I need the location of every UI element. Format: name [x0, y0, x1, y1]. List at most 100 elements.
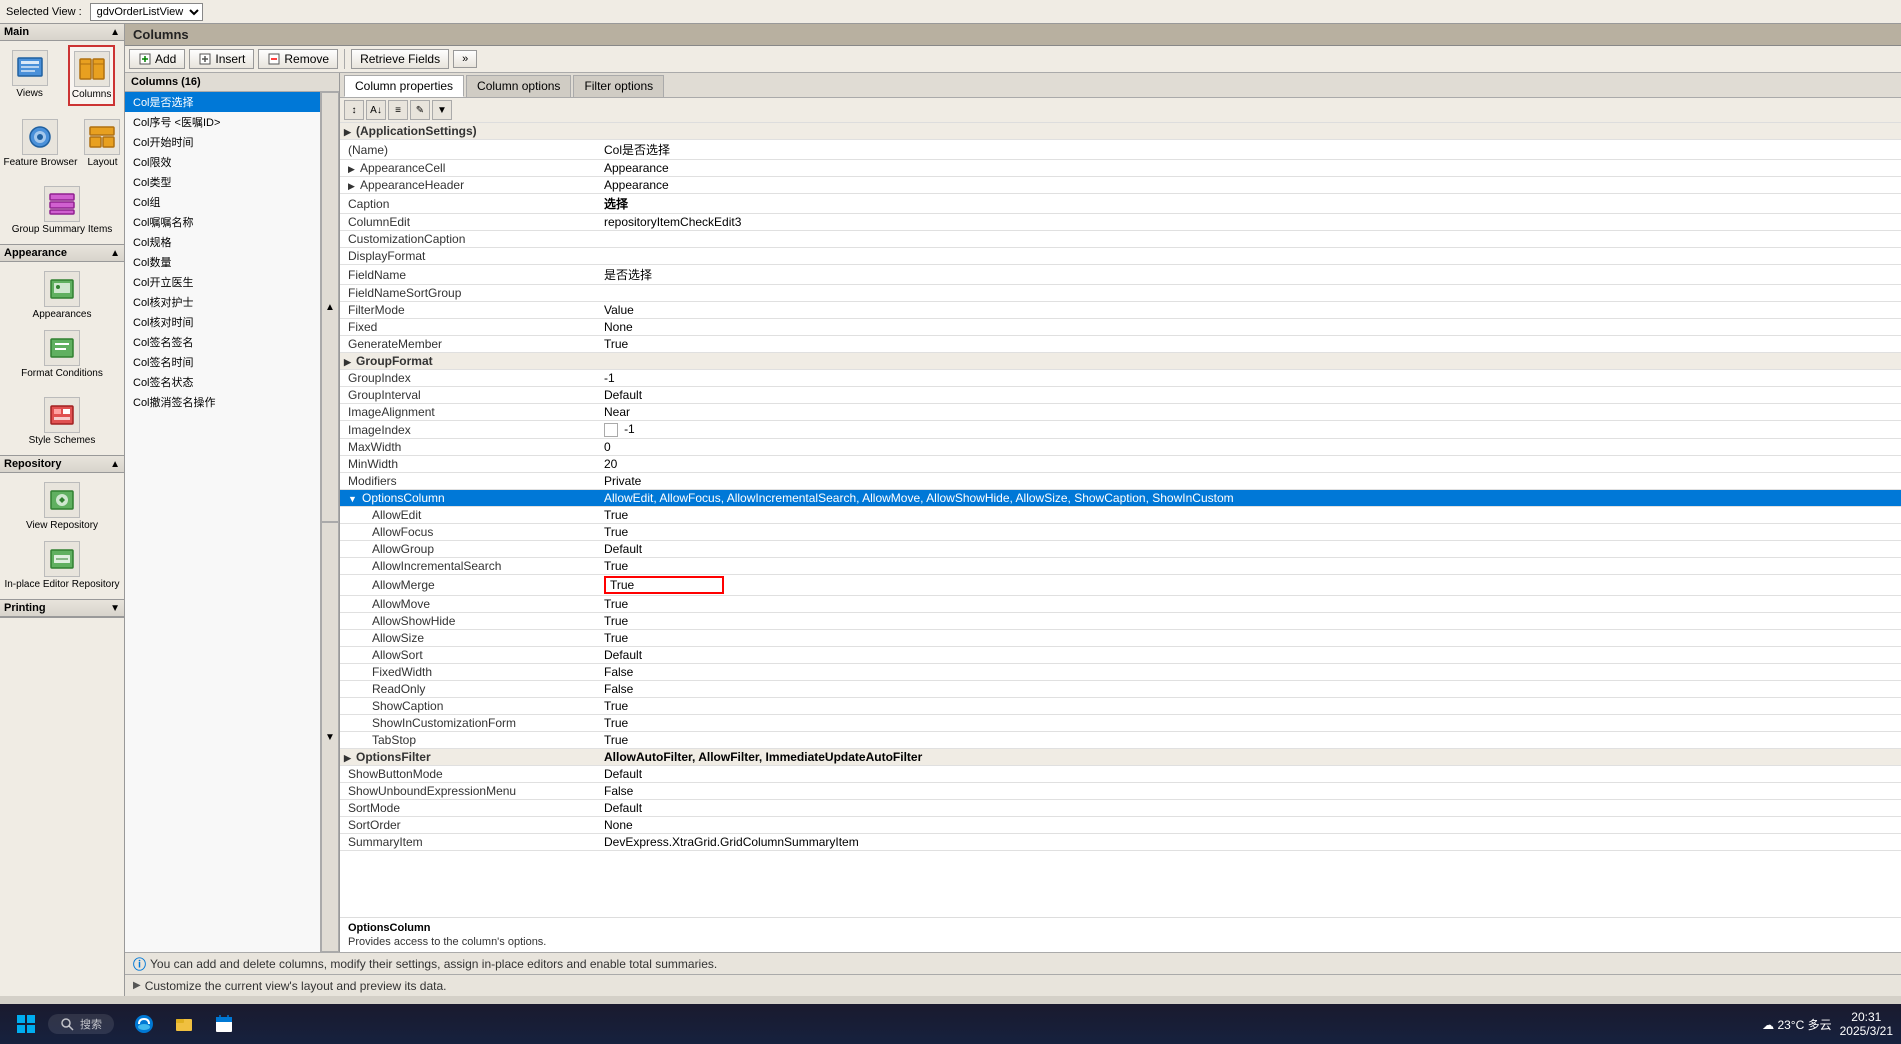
- prop-row-group-index: GroupIndex -1: [340, 370, 1901, 387]
- section-application-settings: ▶ (ApplicationSettings): [340, 123, 1901, 140]
- expand-options-filter[interactable]: ▶: [344, 753, 351, 763]
- prop-row-show-in-customization: ShowInCustomizationForm True: [340, 715, 1901, 732]
- columns-list-panel: Columns (16) Col是否选择 Col序号 <医嘱ID> Col开始时…: [125, 73, 340, 952]
- col-nav-up[interactable]: ▲: [321, 92, 339, 522]
- props-filter-btn[interactable]: ▼: [432, 100, 452, 120]
- sidebar-item-format-conditions[interactable]: Format Conditions: [18, 325, 106, 384]
- tab-filter-options[interactable]: Filter options: [573, 75, 664, 97]
- prop-row-appearance-header: ▶ AppearanceHeader Appearance: [340, 177, 1901, 194]
- column-item-14[interactable]: Col签名时间: [125, 352, 320, 372]
- insert-button[interactable]: Insert: [189, 49, 254, 69]
- column-item-1[interactable]: Col是否选择: [125, 92, 320, 112]
- expand-group-format[interactable]: ▶: [344, 357, 351, 367]
- sidebar-section-repository-header[interactable]: Repository ▲: [0, 456, 124, 473]
- remove-button[interactable]: Remove: [258, 49, 338, 69]
- columns-header-title: Columns: [125, 24, 1901, 46]
- column-item-7[interactable]: Col嘱嘱名称: [125, 212, 320, 232]
- sidebar-item-feature-browser[interactable]: Feature Browser: [1, 114, 81, 173]
- sidebar-main-items-2: Feature Browser Layout: [0, 110, 124, 177]
- layout-icon: [84, 119, 120, 155]
- main-toolbar: Add Insert Remove Retrieve Fields »: [125, 46, 1901, 73]
- sidebar-item-columns[interactable]: Columns: [68, 45, 115, 106]
- sidebar-section-appearance-header[interactable]: Appearance ▲: [0, 245, 124, 262]
- prop-row-allow-move: AllowMove True: [340, 596, 1901, 613]
- column-item-16[interactable]: Col撤消签名操作: [125, 392, 320, 412]
- start-button[interactable]: [8, 1008, 44, 1040]
- props-sort-asc-btn[interactable]: ↕: [344, 100, 364, 120]
- sidebar-appearance-items: Appearances Format Conditions: [0, 262, 124, 388]
- prop-row-image-alignment: ImageAlignment Near: [340, 404, 1901, 421]
- toolbar-separator: [344, 49, 345, 69]
- sidebar-item-layout-label: Layout: [87, 157, 117, 168]
- taskbar-app-explorer[interactable]: [166, 1008, 202, 1040]
- expand-options-column[interactable]: ▼: [348, 494, 357, 504]
- allow-merge-value: True: [604, 576, 724, 594]
- prop-row-display-format: DisplayFormat: [340, 248, 1901, 265]
- sidebar-item-style-schemes-label: Style Schemes: [29, 435, 96, 446]
- sidebar-item-feature-browser-label: Feature Browser: [4, 157, 78, 168]
- sidebar-section-appearance-label: Appearance: [4, 247, 67, 259]
- expand-arrow-status[interactable]: ▶: [133, 980, 141, 991]
- sidebar-main-items-3: Group Summary Items: [0, 177, 124, 244]
- column-item-8[interactable]: Col规格: [125, 232, 320, 252]
- prop-row-max-width: MaxWidth 0: [340, 439, 1901, 456]
- tab-column-properties[interactable]: Column properties: [344, 75, 464, 97]
- prop-row-column-edit: ColumnEdit repositoryItemCheckEdit3: [340, 214, 1901, 231]
- status-bar-2: ▶ Customize the current view's layout an…: [125, 974, 1901, 996]
- retrieve-fields-button[interactable]: Retrieve Fields: [351, 49, 449, 69]
- sidebar-item-group-summary[interactable]: Group Summary Items: [9, 181, 116, 240]
- taskbar-search[interactable]: 搜索: [48, 1014, 114, 1034]
- more-button[interactable]: »: [453, 50, 477, 68]
- sidebar-item-appearances[interactable]: Appearances: [30, 266, 95, 325]
- taskbar-app-edge[interactable]: [126, 1008, 162, 1040]
- sidebar-item-views[interactable]: Views: [9, 45, 51, 106]
- view-selector[interactable]: gdvOrderListView: [90, 3, 203, 21]
- add-button[interactable]: Add: [129, 49, 185, 69]
- props-search-btn[interactable]: ✎: [410, 100, 430, 120]
- column-item-2[interactable]: Col序号 <医嘱ID>: [125, 112, 320, 132]
- column-item-6[interactable]: Col组: [125, 192, 320, 212]
- image-check-box[interactable]: [604, 423, 618, 437]
- sidebar-section-main-header[interactable]: Main ▲: [0, 24, 124, 41]
- tab-column-options[interactable]: Column options: [466, 75, 571, 97]
- column-item-11[interactable]: Col核对护士: [125, 292, 320, 312]
- col-nav-down[interactable]: ▼: [321, 522, 339, 952]
- expand-appearance-header[interactable]: ▶: [348, 181, 355, 191]
- sidebar-section-printing-header[interactable]: Printing ▼: [0, 600, 124, 617]
- sidebar-section-printing-label: Printing: [4, 602, 46, 614]
- column-item-5[interactable]: Col类型: [125, 172, 320, 192]
- column-item-12[interactable]: Col核对时间: [125, 312, 320, 332]
- expand-application-settings[interactable]: ▶: [344, 127, 351, 137]
- sidebar-item-view-repository[interactable]: View Repository: [23, 477, 101, 536]
- columns-list-header: Columns (16): [125, 73, 339, 92]
- column-item-3[interactable]: Col开始时间: [125, 132, 320, 152]
- column-item-13[interactable]: Col签名签名: [125, 332, 320, 352]
- columns-list: Col是否选择 Col序号 <医嘱ID> Col开始时间 Col限效 Col类型…: [125, 92, 320, 952]
- props-sort-az-btn[interactable]: A↓: [366, 100, 386, 120]
- prop-row-sort-mode: SortMode Default: [340, 800, 1901, 817]
- expand-appearance-cell[interactable]: ▶: [348, 164, 355, 174]
- column-item-15[interactable]: Col签名状态: [125, 372, 320, 392]
- prop-row-generate-member: GenerateMember True: [340, 336, 1901, 353]
- column-item-10[interactable]: Col开立医生: [125, 272, 320, 292]
- taskbar-app-calendar[interactable]: [206, 1008, 242, 1040]
- sidebar-section-main-label: Main: [4, 26, 29, 38]
- prop-row-options-column[interactable]: ▼ OptionsColumn AllowEdit, AllowFocus, A…: [340, 490, 1901, 507]
- sidebar-item-format-conditions-label: Format Conditions: [21, 368, 103, 379]
- top-bar: Selected View : gdvOrderListView: [0, 0, 1901, 24]
- sidebar-appearance-items-2: Style Schemes: [0, 388, 124, 455]
- columns-properties-area: Columns (16) Col是否选择 Col序号 <医嘱ID> Col开始时…: [125, 73, 1901, 952]
- sidebar-item-group-summary-label: Group Summary Items: [12, 224, 113, 235]
- sidebar-item-inplace-editor[interactable]: In-place Editor Repository: [1, 536, 122, 595]
- prop-row-summary-item: SummaryItem DevExpress.XtraGrid.GridColu…: [340, 834, 1901, 851]
- columns-icon: [74, 51, 110, 87]
- props-info: OptionsColumn Provides access to the col…: [340, 917, 1901, 952]
- view-repository-icon: [44, 482, 80, 518]
- sidebar-item-style-schemes[interactable]: Style Schemes: [26, 392, 99, 451]
- column-item-9[interactable]: Col数量: [125, 252, 320, 272]
- props-categorized-btn[interactable]: ≡: [388, 100, 408, 120]
- windows-icon: [16, 1014, 36, 1034]
- calendar-icon: [214, 1014, 234, 1034]
- column-item-4[interactable]: Col限效: [125, 152, 320, 172]
- sidebar-item-layout[interactable]: Layout: [81, 114, 123, 173]
